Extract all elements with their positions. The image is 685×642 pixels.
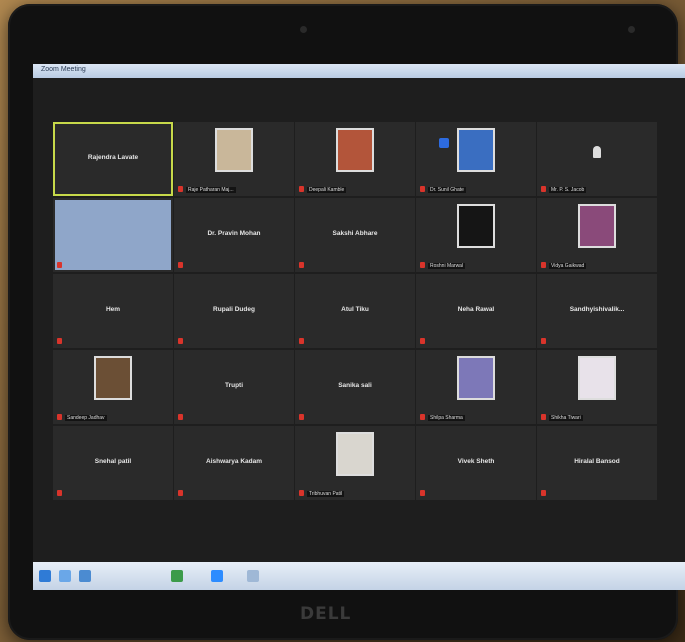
participant-tile[interactable]: Raje Patharan Maj... xyxy=(174,122,294,196)
participant-name: Vivek Sheth xyxy=(457,458,495,465)
participant-tile[interactable]: Hiralal Bansod xyxy=(537,426,657,500)
participant-tile[interactable]: Trupti xyxy=(174,350,294,424)
dell-logo: DELL xyxy=(300,604,352,624)
participant-tile[interactable]: Vivek Sheth xyxy=(416,426,536,500)
participant-label: Dr. Sunil Ghate xyxy=(428,187,466,193)
participant-tile[interactable]: Dr. Sunil Ghate xyxy=(416,122,536,196)
mic-muted-icon xyxy=(541,186,546,192)
participant-video xyxy=(457,356,495,400)
screen: Zoom Meeting Rajendra Lavate Raje Pathara… xyxy=(33,64,685,590)
explorer-icon[interactable] xyxy=(59,570,71,582)
browser-icon[interactable] xyxy=(79,570,91,582)
participant-video xyxy=(336,128,374,172)
gallery-view: Rajendra Lavate Raje Patharan Maj... Deepa… xyxy=(53,122,658,576)
participant-tile[interactable]: Vidya Gaikwad xyxy=(537,198,657,272)
participant-tile[interactable]: Sanika sali xyxy=(295,350,415,424)
taskbar xyxy=(33,562,685,590)
participant-name: Trupti xyxy=(224,382,244,389)
participant-tile[interactable]: Snehal patil xyxy=(53,426,173,500)
participant-name: Neha Rawal xyxy=(457,306,495,313)
participant-tile[interactable]: Deepali Kamble xyxy=(295,122,415,196)
participant-name: Rajendra Lavate xyxy=(87,154,139,161)
participant-name: Atul Tiku xyxy=(341,306,369,313)
pin-icon[interactable] xyxy=(439,138,449,148)
participant-tile[interactable]: Mr. P. S. Jacob xyxy=(537,122,657,196)
participant-name: Hiralal Bansod xyxy=(574,458,620,465)
participant-label: Mr. P. S. Jacob xyxy=(549,187,587,193)
mic-muted-icon xyxy=(299,414,304,420)
participant-video xyxy=(578,204,616,248)
mic-muted-icon xyxy=(420,490,425,496)
user-icon xyxy=(593,146,601,158)
participant-tile[interactable] xyxy=(53,198,173,272)
participant-label: Deepali Kamble xyxy=(307,187,347,193)
participant-name: Sanika sali xyxy=(338,382,372,389)
app-icon[interactable] xyxy=(171,570,183,582)
participant-name: Aishwarya Kadam xyxy=(206,458,262,465)
participant-tile[interactable]: Dr. Pravin Mohan xyxy=(174,198,294,272)
participant-video xyxy=(457,128,495,172)
participant-video xyxy=(578,356,616,400)
participant-video xyxy=(336,432,374,476)
participant-video xyxy=(215,128,253,172)
zoom-icon[interactable] xyxy=(211,570,223,582)
participant-name: Dr. Pravin Mohan xyxy=(207,230,261,237)
participant-name: Rupali Dudeg xyxy=(213,306,255,313)
mic-muted-icon xyxy=(299,186,304,192)
participant-tile[interactable]: Shilpa Sharma xyxy=(416,350,536,424)
mic-muted-icon xyxy=(178,490,183,496)
mic-muted-icon xyxy=(420,262,425,268)
mic-muted-icon xyxy=(299,338,304,344)
participant-tile[interactable]: Rupali Dudeg xyxy=(174,274,294,348)
participant-label: Shikha Tiwari xyxy=(549,415,583,421)
participant-video xyxy=(94,356,132,400)
mic-muted-icon xyxy=(57,490,62,496)
participant-name: Sandhyishivalik... xyxy=(569,306,625,313)
participant-tile[interactable]: Atul Tiku xyxy=(295,274,415,348)
camera-dot xyxy=(300,26,307,33)
participant-tile[interactable]: Tribhuvan Patil xyxy=(295,426,415,500)
participant-tile[interactable]: Sandhyishivalik... xyxy=(537,274,657,348)
mic-muted-icon xyxy=(57,338,62,344)
participant-tile[interactable]: Neha Rawal xyxy=(416,274,536,348)
mic-muted-icon xyxy=(541,490,546,496)
mic-muted-icon xyxy=(541,262,546,268)
mic-muted-icon xyxy=(57,262,62,268)
window-titlebar: Zoom Meeting xyxy=(33,64,685,78)
mic-muted-icon xyxy=(299,262,304,268)
participant-label: Roshni Marwal xyxy=(428,263,466,269)
participant-video xyxy=(55,200,171,270)
participant-tile[interactable]: Roshni Marwal xyxy=(416,198,536,272)
participant-name: Snehal patil xyxy=(94,458,132,465)
participant-tile[interactable]: Sakshi Abhare xyxy=(295,198,415,272)
mic-muted-icon xyxy=(178,262,183,268)
window-title: Zoom Meeting xyxy=(41,66,86,73)
tray-icon[interactable] xyxy=(247,570,259,582)
mic-muted-icon xyxy=(420,414,425,420)
mic-muted-icon xyxy=(178,186,183,192)
participant-name: Sakshi Abhare xyxy=(332,230,378,237)
mic-muted-icon xyxy=(178,414,183,420)
participant-tile[interactable]: Sandeep Jadhav xyxy=(53,350,173,424)
mic-muted-icon xyxy=(420,338,425,344)
mic-muted-icon xyxy=(541,414,546,420)
participant-label: Shilpa Sharma xyxy=(428,415,465,421)
mic-muted-icon xyxy=(178,338,183,344)
participant-label: Sandeep Jadhav xyxy=(65,415,107,421)
mic-muted-icon xyxy=(541,338,546,344)
participant-label: Tribhuvan Patil xyxy=(307,491,345,497)
participant-tile[interactable]: Rajendra Lavate xyxy=(53,122,173,196)
participant-label: Raje Patharan Maj... xyxy=(186,187,236,193)
mic-muted-icon xyxy=(57,414,62,420)
participant-name: Hem xyxy=(105,306,121,313)
mic-muted-icon xyxy=(420,186,425,192)
participant-video xyxy=(457,204,495,248)
mic-muted-icon xyxy=(299,490,304,496)
participant-label: Vidya Gaikwad xyxy=(549,263,587,269)
participant-tile[interactable]: Shikha Tiwari xyxy=(537,350,657,424)
start-icon[interactable] xyxy=(39,570,51,582)
sensor-dot xyxy=(628,26,635,33)
participant-tile[interactable]: Aishwarya Kadam xyxy=(174,426,294,500)
participant-tile[interactable]: Hem xyxy=(53,274,173,348)
